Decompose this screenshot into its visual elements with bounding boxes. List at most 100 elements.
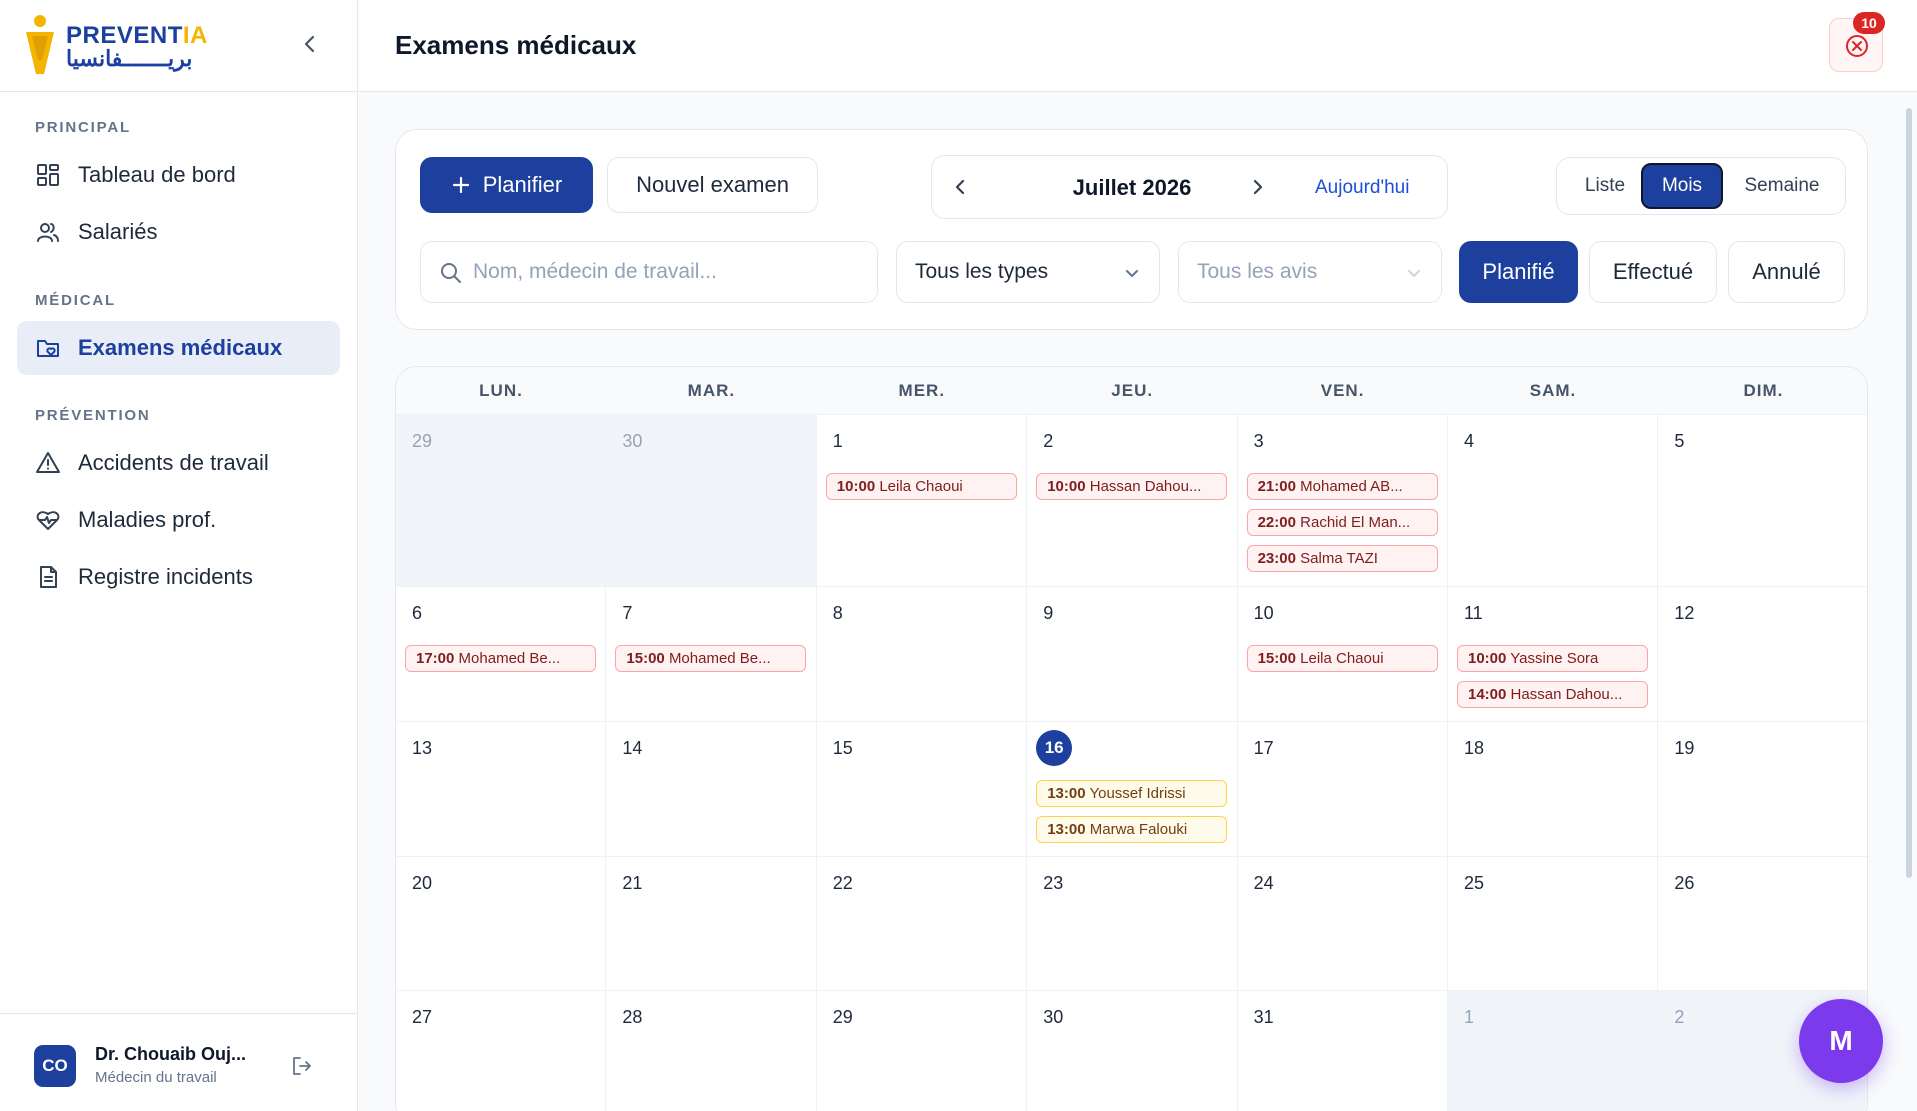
day-cell[interactable]: 18 xyxy=(1448,722,1659,857)
exam-event[interactable]: 15:00 Leila Chaoui xyxy=(1246,645,1438,672)
search-input[interactable] xyxy=(473,252,863,292)
day-cell[interactable]: 31 xyxy=(1237,991,1448,1111)
day-cell[interactable]: 27 xyxy=(396,991,607,1111)
day-cell[interactable]: 1 xyxy=(1448,991,1659,1111)
day-number: 27 xyxy=(412,1007,433,1027)
exam-event[interactable]: 22:00 Rachid El Man... xyxy=(1246,509,1438,536)
brand: PREVENTIA بريـــــــفانسيا xyxy=(0,0,357,92)
day-cell[interactable]: 5 xyxy=(1658,415,1867,587)
avis-filter-select[interactable]: Tous les avis xyxy=(1178,241,1442,303)
day-cell[interactable]: 24 xyxy=(1237,857,1448,991)
sidebar: PREVENTIA بريـــــــفانسيا PRINCIPAL Tab… xyxy=(0,0,358,1111)
logout-icon[interactable] xyxy=(290,1054,314,1078)
day-number: 1 xyxy=(1464,1007,1475,1027)
exam-event[interactable]: 10:00 Hassan Dahou... xyxy=(1036,473,1228,500)
sidebar-item-dashboard[interactable]: Tableau de bord xyxy=(17,148,340,202)
day-cell[interactable]: 17 xyxy=(1237,722,1448,857)
view-list[interactable]: Liste xyxy=(1563,163,1647,209)
event-patient-name: Mohamed Be... xyxy=(668,650,771,667)
view-month[interactable]: Mois xyxy=(1641,163,1723,209)
event-patient-name: Mohamed AB... xyxy=(1300,478,1403,495)
day-cell[interactable]: 16 13:00 Youssef Idrissi 13:00 Marwa Falou… xyxy=(1027,722,1238,857)
chevron-left-icon[interactable] xyxy=(948,174,974,200)
exam-event[interactable]: 17:00 Mohamed Be... xyxy=(405,645,596,672)
day-cell[interactable]: 12 xyxy=(1658,587,1867,722)
day-cell[interactable]: 25 xyxy=(1448,857,1659,991)
chevron-right-icon[interactable] xyxy=(1244,174,1270,200)
assistant-fab-button[interactable]: M xyxy=(1799,999,1883,1083)
day-cell[interactable]: 23 xyxy=(1027,857,1238,991)
day-cell[interactable]: 28 xyxy=(606,991,817,1111)
day-number: 10 xyxy=(1253,603,1274,623)
vertical-scrollbar[interactable] xyxy=(1906,108,1912,878)
collapse-sidebar-icon[interactable] xyxy=(296,30,324,58)
day-cell[interactable]: 30 xyxy=(1027,991,1238,1111)
exam-event[interactable]: 13:00 Youssef Idrissi xyxy=(1036,780,1228,807)
plan-button[interactable]: Planifier xyxy=(420,157,593,213)
day-cell[interactable]: 7 15:00 Mohamed Be... xyxy=(606,587,817,722)
day-cell[interactable]: 29 xyxy=(396,415,607,587)
view-week[interactable]: Semaine xyxy=(1723,163,1841,209)
sidebar-item-salaries[interactable]: Salariés xyxy=(17,205,340,259)
section-title-prevention: PRÉVENTION xyxy=(35,407,151,424)
day-cell[interactable]: 13 xyxy=(396,722,607,857)
today-button[interactable]: Aujourd'hui xyxy=(1315,177,1409,199)
day-number: 2 xyxy=(1043,431,1054,451)
event-time: 23:00 xyxy=(1257,550,1296,567)
heart-pulse-icon xyxy=(36,511,60,530)
sidebar-item-registre[interactable]: Registre incidents xyxy=(17,550,340,604)
exam-event[interactable]: 15:00 Mohamed Be... xyxy=(615,645,807,672)
type-filter-select[interactable]: Tous les types xyxy=(896,241,1160,303)
day-cell[interactable]: 10 15:00 Leila Chaoui xyxy=(1237,587,1448,722)
day-cell[interactable]: 11 10:00 Yassine Sora 14:00 Hassan Dahou..… xyxy=(1448,587,1659,722)
day-cell[interactable]: 8 xyxy=(816,587,1028,722)
day-cell[interactable]: 19 xyxy=(1658,722,1867,857)
event-patient-name: Youssef Idrissi xyxy=(1089,785,1186,802)
day-number: 30 xyxy=(1043,1007,1064,1027)
logo-icon xyxy=(26,15,54,74)
day-cell[interactable]: 30 xyxy=(606,415,817,587)
day-cell[interactable]: 29 xyxy=(816,991,1028,1111)
day-cell[interactable]: 21 xyxy=(606,857,817,991)
event-patient-name: Hassan Dahou... xyxy=(1089,478,1202,495)
exam-event[interactable]: 13:00 Marwa Falouki xyxy=(1036,816,1228,843)
day-cell[interactable]: 14 xyxy=(606,722,817,857)
new-exam-button[interactable]: Nouvel examen xyxy=(607,157,818,213)
day-cell[interactable]: 15 xyxy=(816,722,1028,857)
sidebar-item-label: Salariés xyxy=(78,219,158,244)
chevron-down-icon xyxy=(1126,270,1138,277)
event-patient-name: Marwa Falouki xyxy=(1089,821,1188,838)
day-cell[interactable]: 1 10:00 Leila Chaoui xyxy=(816,415,1028,587)
section-title-principal: PRINCIPAL xyxy=(35,119,131,136)
day-number: 17 xyxy=(1253,738,1274,758)
day-cell[interactable]: 9 xyxy=(1027,587,1238,722)
day-number: 14 xyxy=(622,738,643,758)
day-cell[interactable]: 22 xyxy=(816,857,1028,991)
day-cell[interactable]: 20 xyxy=(396,857,607,991)
sidebar-item-accidents[interactable]: Accidents de travail xyxy=(17,436,340,490)
type-filter-value: Tous les types xyxy=(915,260,1049,283)
event-patient-name: Rachid El Man... xyxy=(1300,514,1411,531)
status-filter-planifie[interactable]: Planifié xyxy=(1459,241,1578,303)
avatar[interactable]: CO xyxy=(34,1045,76,1087)
day-cell[interactable]: 6 17:00 Mohamed Be... xyxy=(396,587,607,722)
day-number: 19 xyxy=(1674,738,1695,758)
sidebar-item-label: Tableau de bord xyxy=(78,162,236,187)
sidebar-item-examens[interactable]: Examens médicaux xyxy=(17,321,340,375)
weekday-label: VEN. xyxy=(1320,381,1365,400)
exam-event[interactable]: 10:00 Yassine Sora xyxy=(1457,645,1648,672)
user-profile: CO Dr. Chouaib Ouj... Médecin du travail xyxy=(0,1013,358,1111)
sidebar-item-maladies[interactable]: Maladies prof. xyxy=(17,493,340,547)
exam-event[interactable]: 10:00 Leila Chaoui xyxy=(825,473,1017,500)
exam-event[interactable]: 23:00 Salma TAZI xyxy=(1246,545,1438,572)
day-cell[interactable]: 26 xyxy=(1658,857,1867,991)
sidebar-item-label: Examens médicaux xyxy=(78,335,283,360)
day-cell[interactable]: 2 10:00 Hassan Dahou... xyxy=(1027,415,1238,587)
day-cell[interactable]: 3 21:00 Mohamed AB... 22:00 Rachid El Man.… xyxy=(1237,415,1448,587)
day-cell[interactable]: 4 xyxy=(1448,415,1659,587)
status-filter-effectue[interactable]: Effectué xyxy=(1589,241,1717,303)
exam-event[interactable]: 21:00 Mohamed AB... xyxy=(1246,473,1438,500)
status-filter-annule[interactable]: Annulé xyxy=(1728,241,1845,303)
exam-event[interactable]: 14:00 Hassan Dahou... xyxy=(1457,681,1648,708)
day-number: 20 xyxy=(412,873,433,893)
